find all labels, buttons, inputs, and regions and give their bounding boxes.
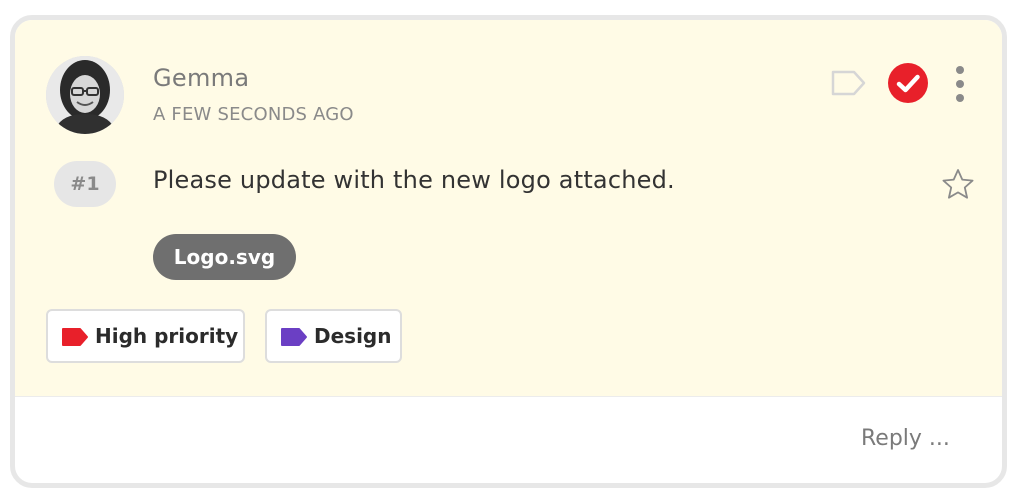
label-text: High priority (95, 324, 239, 348)
avatar[interactable] (46, 56, 124, 134)
comment-body: Gemma A FEW SECONDS AGO #1 Please update… (15, 20, 1002, 397)
author-name: Gemma (153, 64, 250, 92)
vertical-dots-icon (956, 80, 964, 88)
label-text: Design (314, 324, 392, 348)
reply-button[interactable]: Reply ... (861, 426, 950, 451)
label-high-priority[interactable]: High priority (46, 309, 245, 363)
more-options-button[interactable] (950, 64, 970, 104)
tag-outline-icon (831, 70, 866, 96)
label-design[interactable]: Design (265, 309, 402, 363)
avatar-portrait-icon (46, 56, 124, 134)
vertical-dots-icon (956, 94, 964, 102)
check-circle-icon (896, 74, 920, 93)
comment-number-badge: #1 (54, 161, 116, 207)
star-outline-icon (942, 169, 974, 199)
add-label-button[interactable] (830, 68, 868, 98)
attachment-chip[interactable]: Logo.svg (153, 234, 296, 280)
comment-card: Gemma A FEW SECONDS AGO #1 Please update… (10, 15, 1007, 488)
star-button[interactable] (940, 167, 976, 203)
vertical-dots-icon (956, 66, 964, 74)
resolve-button[interactable] (888, 63, 928, 103)
tag-icon (62, 328, 88, 346)
comment-timestamp: A FEW SECONDS AGO (153, 104, 354, 125)
tag-icon (281, 328, 307, 346)
comment-message: Please update with the new logo attached… (153, 166, 675, 194)
